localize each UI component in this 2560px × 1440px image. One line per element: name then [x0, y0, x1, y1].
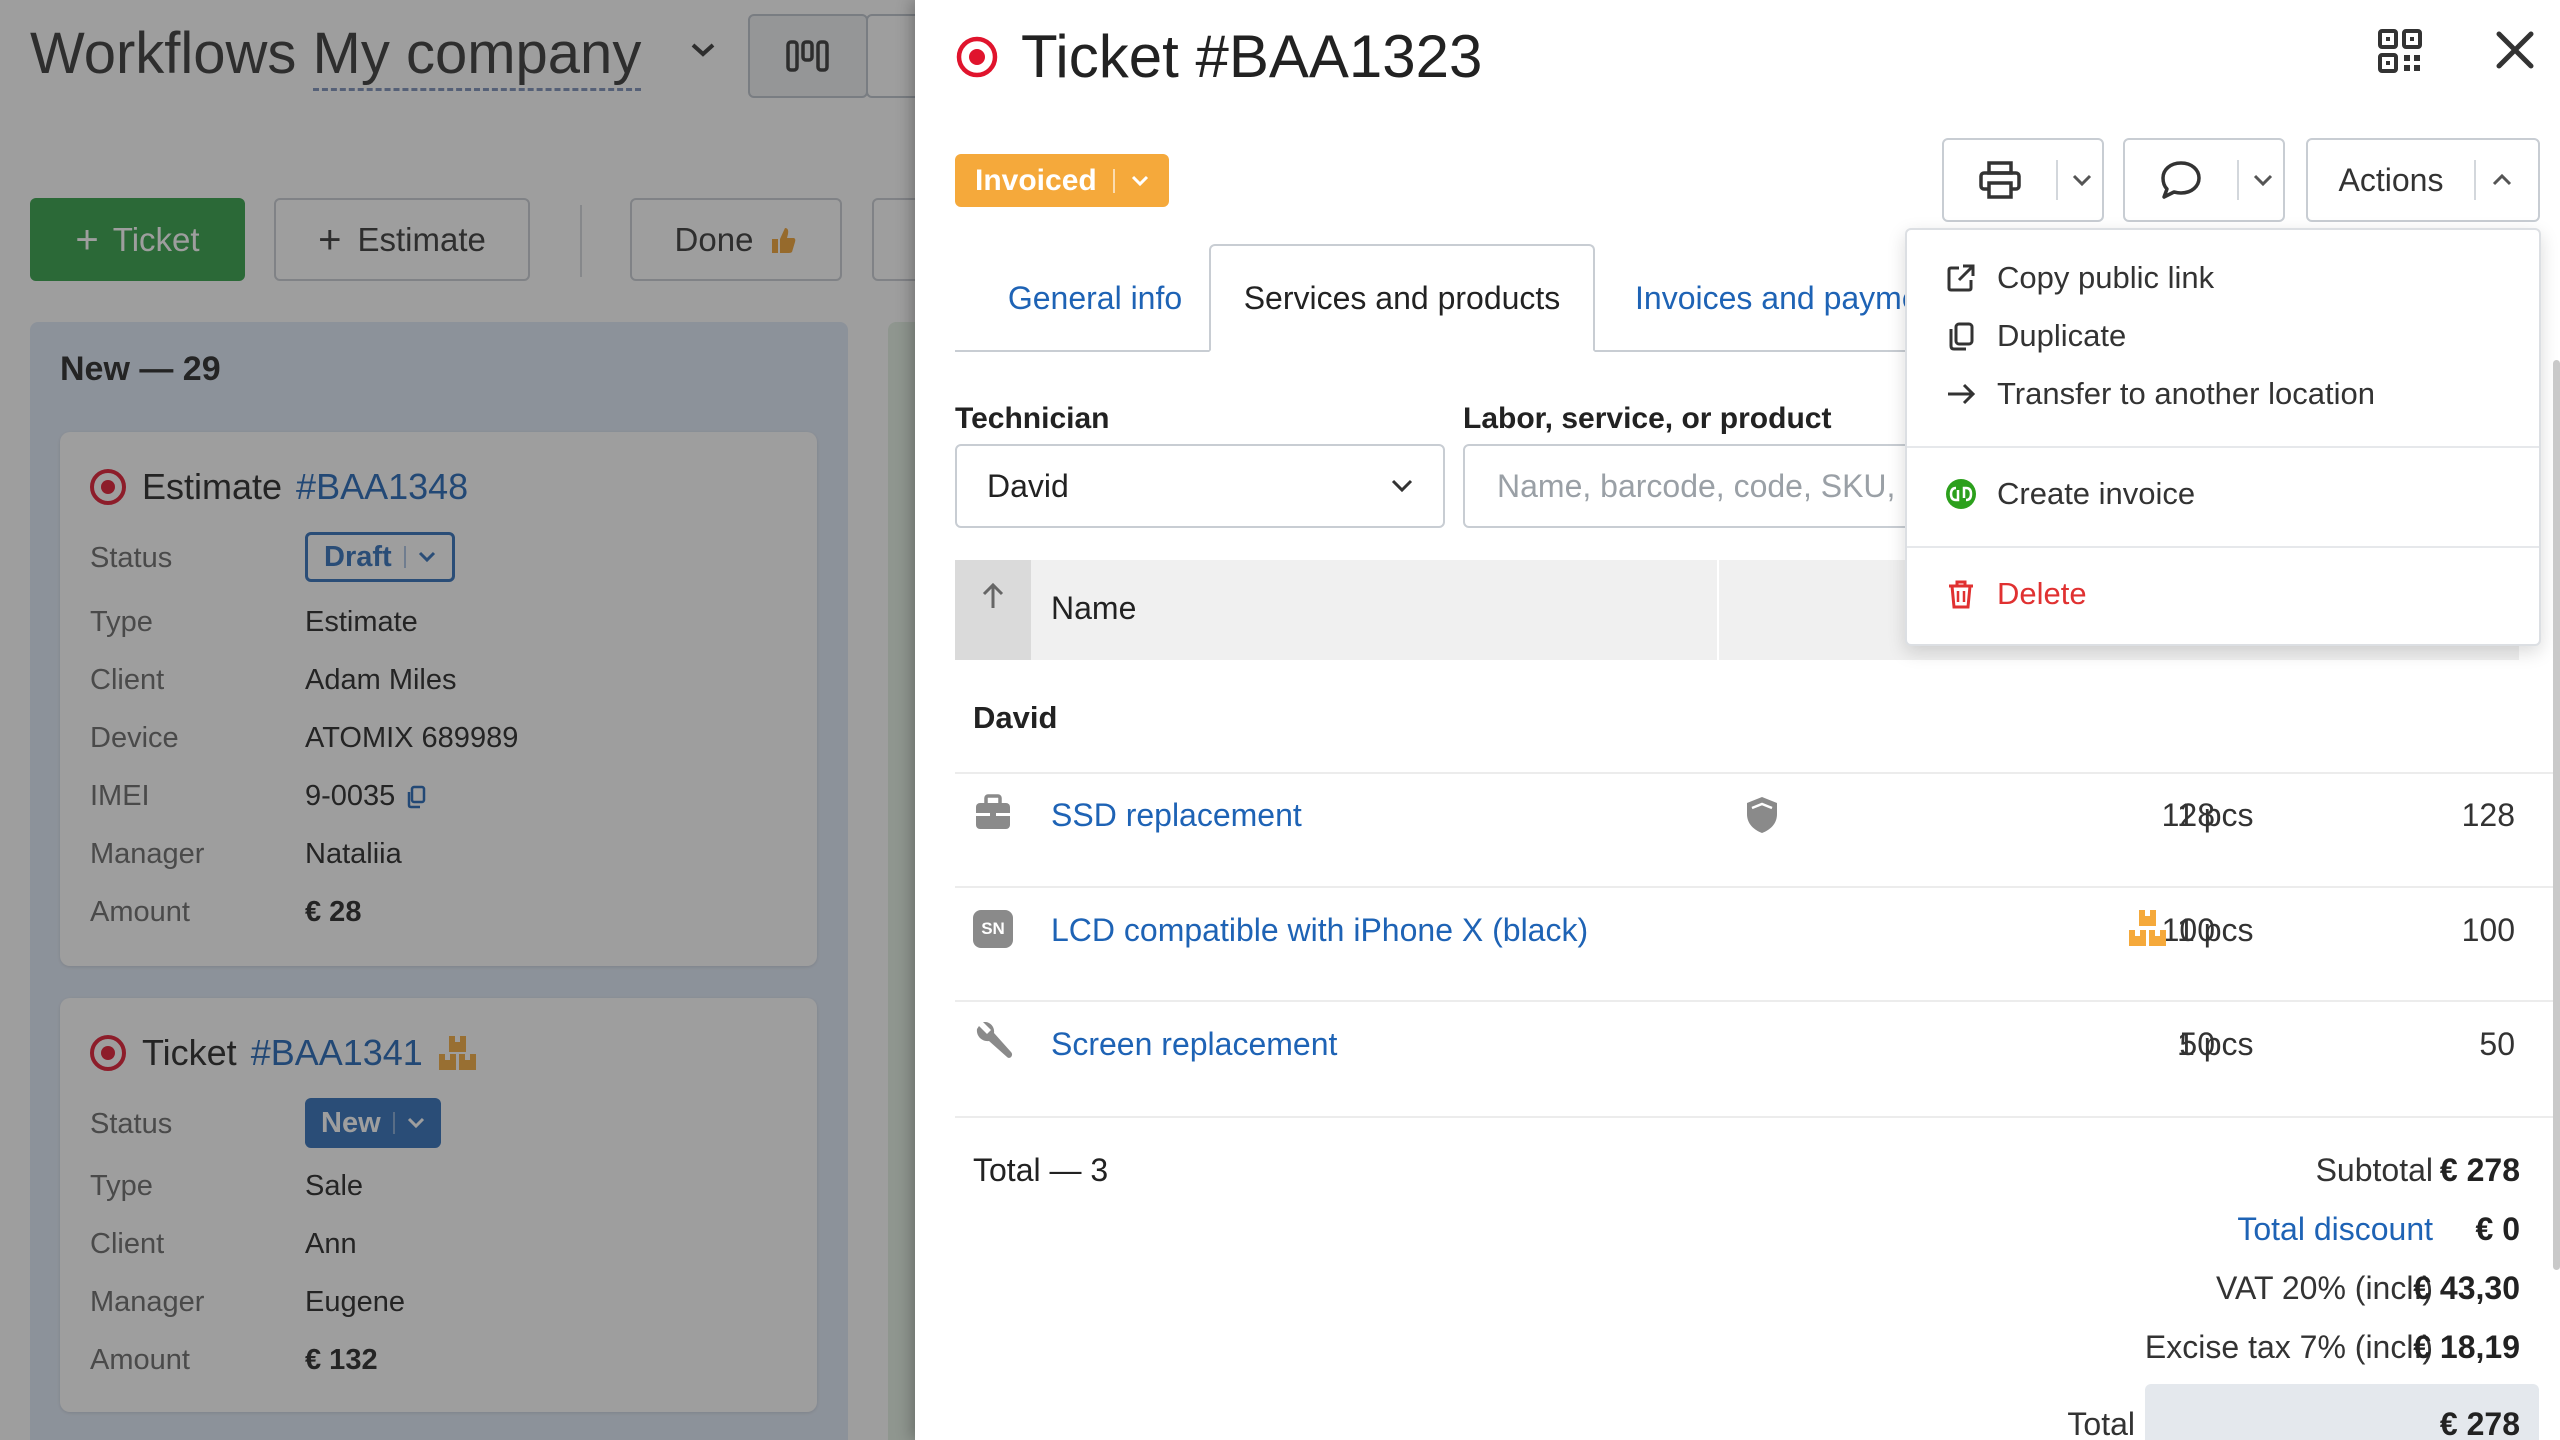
row-divider	[955, 886, 2555, 888]
discount-value: € 0	[2475, 1211, 2520, 1247]
grand-total-value: € 278	[2439, 1406, 2520, 1440]
chevron-down-icon	[1131, 175, 1148, 186]
item-total: 50	[2479, 1026, 2515, 1062]
workflow-page: Workflows My company + Ticket + Estimate…	[0, 0, 915, 1440]
vat-value: € 43,30	[2413, 1270, 2520, 1306]
arrow-up-icon	[982, 582, 1004, 608]
menu-item-label: Duplicate	[1997, 318, 2127, 353]
menu-item-label: Delete	[1997, 576, 2087, 611]
menu-item-duplicate[interactable]: Duplicate	[1945, 318, 2126, 354]
printer-icon	[1979, 161, 2021, 199]
menu-item-label: Transfer to another location	[1997, 376, 2375, 411]
excise-tax-value: € 18,19	[2413, 1329, 2520, 1365]
technician-select[interactable]: David	[955, 444, 1445, 528]
menu-divider	[1907, 446, 2539, 448]
copy-icon	[1949, 322, 1974, 351]
boxes-icon	[2129, 910, 2166, 946]
target-icon	[956, 36, 998, 77]
print-button[interactable]	[1942, 138, 2104, 222]
warranty-shield-icon	[1747, 797, 1777, 833]
tab-services-and-products[interactable]: Services and products	[1209, 244, 1595, 352]
total-count: Total — 3	[973, 1152, 1109, 1188]
chevron-down-icon[interactable]	[2253, 174, 2273, 186]
menu-item-delete[interactable]: Delete	[1945, 576, 2087, 612]
name-column-header[interactable]: Name	[1051, 590, 1136, 627]
row-divider	[955, 1000, 2555, 1002]
actions-menu: Copy public link Duplicate Transfer to a…	[1905, 228, 2541, 646]
tab-general-info[interactable]: General info	[985, 244, 1205, 352]
menu-divider	[1907, 546, 2539, 548]
drawer-scrollbar[interactable]	[2553, 360, 2560, 1270]
item-quantity: 1 pcs	[2177, 912, 2254, 948]
item-total: 100	[2461, 912, 2515, 948]
button-separator	[2474, 160, 2476, 200]
wrench-icon	[976, 1022, 1013, 1058]
column-divider	[1717, 560, 1719, 660]
sort-column[interactable]	[955, 560, 1031, 660]
technician-label: Technician	[955, 402, 1110, 435]
technician-value: David	[987, 467, 1069, 504]
message-main[interactable]	[2125, 159, 2237, 201]
item-quantity: 1 pcs	[2177, 797, 2254, 833]
menu-item-label: Create invoice	[1997, 476, 2196, 511]
row-divider	[955, 1116, 2555, 1118]
external-link-icon	[1947, 264, 1975, 292]
qr-code-icon[interactable]	[2377, 28, 2423, 74]
item-name-link[interactable]: SSD replacement	[1051, 797, 1302, 834]
close-icon[interactable]	[2495, 30, 2535, 70]
product-search-placeholder: Name, barcode, code, SKU,	[1497, 467, 1896, 504]
print-main[interactable]	[1944, 160, 2056, 200]
button-separator	[2237, 160, 2239, 200]
status-dropdown[interactable]: Invoiced	[955, 154, 1169, 207]
chevron-up-icon	[2492, 174, 2512, 186]
actions-label: Actions	[2338, 161, 2444, 198]
quickbooks-icon	[1946, 479, 1976, 509]
chevron-down-icon	[1391, 479, 1413, 493]
briefcase-icon	[976, 794, 1010, 829]
ticket-title: Ticket #BAA1323	[1021, 23, 1483, 90]
status-label: Invoiced	[975, 163, 1097, 197]
chevron-down-icon[interactable]	[2072, 174, 2092, 186]
menu-item-copy-public-link[interactable]: Copy public link	[1945, 260, 2214, 296]
menu-item-transfer[interactable]: Transfer to another location	[1945, 376, 2375, 412]
trash-icon	[1949, 580, 1973, 609]
row-divider	[955, 772, 2555, 774]
message-button[interactable]	[2123, 138, 2285, 222]
modal-backdrop[interactable]	[0, 0, 915, 1440]
product-label: Labor, service, or product	[1463, 402, 1832, 435]
subtotal-value: € 278	[2439, 1152, 2520, 1188]
chat-bubble-icon	[2161, 161, 2201, 199]
ticket-drawer: Ticket #BAA1323 Invoiced Actions General…	[915, 0, 2560, 1440]
tab-invoices-and-payments[interactable]: Invoices and payme	[1635, 244, 1905, 352]
actions-button[interactable]: Actions	[2306, 138, 2540, 222]
arrow-right-icon	[1948, 383, 1976, 405]
item-name-link[interactable]: Screen replacement	[1051, 1026, 1337, 1063]
technician-group: David	[973, 700, 1058, 735]
item-quantity: 1 pcs	[2177, 1026, 2254, 1062]
badge-separator	[1112, 168, 1115, 193]
menu-item-create-invoice[interactable]: Create invoice	[1945, 476, 2195, 512]
grand-total-label: Total	[2067, 1406, 2135, 1440]
sn-badge-icon: SN	[973, 910, 1013, 948]
item-total: 128	[2461, 797, 2515, 833]
drawer-title: Ticket #BAA1323	[955, 22, 1482, 91]
menu-item-label: Copy public link	[1997, 260, 2215, 295]
item-name-link[interactable]: LCD compatible with iPhone X (black)	[1051, 912, 1588, 949]
button-separator	[2056, 160, 2058, 200]
